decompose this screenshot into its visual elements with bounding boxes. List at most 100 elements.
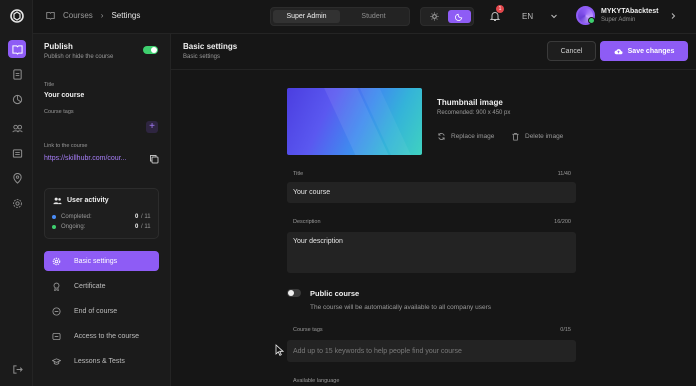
- publish-title: Publish: [44, 42, 73, 51]
- header-divider: [171, 69, 696, 70]
- nav-end-of-course[interactable]: End of course: [44, 301, 159, 321]
- ongoing-total: / 11: [141, 224, 151, 230]
- logo-icon[interactable]: [10, 9, 24, 23]
- course-tags-count: 0/15: [560, 327, 571, 333]
- theme-switcher: [420, 7, 474, 26]
- user-menu[interactable]: MYKYTAbacktest Super Admin: [576, 6, 658, 25]
- title-label: Title: [44, 82, 55, 88]
- rail-document-icon[interactable]: [8, 65, 26, 83]
- nav-end-of-course-label: End of course: [74, 307, 118, 315]
- user-role: Super Admin: [601, 17, 636, 23]
- completed-label: Completed:: [61, 214, 92, 220]
- title-field-label: Title: [293, 171, 304, 177]
- tags-label: Course tags: [44, 109, 74, 115]
- nav-lessons-tests[interactable]: Lessons & Tests: [44, 351, 159, 371]
- rail-location-icon[interactable]: [8, 169, 26, 187]
- tab-super-admin[interactable]: Super Admin: [273, 10, 340, 23]
- nav-access[interactable]: Access to the course: [44, 326, 159, 346]
- replace-image-label: Replace image: [451, 133, 495, 140]
- nav-access-label: Access to the course: [74, 332, 139, 340]
- public-course-subtitle: The course will be automatically availab…: [310, 304, 492, 311]
- gear-icon: [52, 257, 61, 265]
- thumbnail-recommendation: Recomended: 900 x 450 px: [437, 110, 511, 116]
- rail-news-icon[interactable]: [8, 144, 26, 162]
- rail-courses-icon[interactable]: [8, 40, 26, 58]
- rail-analytics-icon[interactable]: [8, 90, 26, 108]
- description-textarea[interactable]: Your description: [287, 232, 576, 273]
- publish-subtitle: Publish or hide the course: [44, 54, 114, 60]
- user-activity-card: User activity Completed: 0 / 11 Ongoing:…: [44, 188, 159, 239]
- ongoing-row: Ongoing: 0 / 11: [52, 224, 152, 230]
- breadcrumb-separator: ›: [100, 11, 104, 20]
- thumbnail-image[interactable]: [287, 88, 422, 155]
- courses-icon[interactable]: [46, 11, 55, 20]
- breadcrumb-courses[interactable]: Courses: [63, 11, 93, 20]
- completed-value: 0: [135, 214, 139, 220]
- breadcrumb-settings: Settings: [111, 11, 141, 20]
- link-label: Link to the course: [44, 143, 88, 149]
- completed-dot: [52, 215, 56, 219]
- title-char-count: 11/40: [557, 171, 571, 177]
- save-button[interactable]: Save changes: [600, 41, 688, 61]
- nav-lessons-tests-label: Lessons & Tests: [74, 357, 125, 365]
- end-icon: [52, 306, 61, 316]
- publish-toggle[interactable]: [143, 46, 158, 54]
- tab-student[interactable]: Student: [340, 10, 407, 23]
- moon-icon: [455, 13, 463, 21]
- nav-basic-settings-label: Basic settings: [74, 257, 118, 265]
- save-button-label: Save changes: [627, 47, 675, 55]
- notifications-button[interactable]: 1: [489, 5, 504, 22]
- role-switcher: Super Admin Student: [270, 7, 410, 26]
- page-title: Basic settings: [183, 42, 238, 51]
- cloud-upload-icon: [614, 48, 623, 54]
- public-course-toggle[interactable]: [287, 289, 301, 297]
- plus-icon: +: [149, 121, 155, 132]
- cancel-button[interactable]: Cancel: [547, 41, 596, 61]
- replace-image-button[interactable]: Replace image: [437, 132, 494, 141]
- user-activity-title: User activity: [67, 197, 109, 204]
- dark-theme-button[interactable]: [448, 10, 471, 23]
- completed-total: / 11: [141, 214, 151, 220]
- mouse-cursor-icon: [275, 344, 284, 356]
- chevron-right-icon[interactable]: [669, 12, 677, 20]
- notification-badge: 1: [496, 5, 504, 13]
- language-selector[interactable]: EN: [522, 12, 533, 21]
- light-theme-button[interactable]: [423, 10, 446, 23]
- description-char-count: 16/200: [554, 219, 571, 225]
- main-content: Basic settings Basic settings Cancel Sav…: [171, 34, 696, 386]
- course-tags-label: Course tags: [293, 327, 323, 333]
- copy-icon[interactable]: [149, 154, 159, 164]
- nav-basic-settings[interactable]: Basic settings: [44, 251, 159, 271]
- trash-icon: [512, 132, 519, 141]
- add-tag-button[interactable]: +: [146, 121, 158, 133]
- thumbnail-title: Thumbnail image: [437, 98, 503, 107]
- ongoing-dot: [52, 225, 56, 229]
- available-language-label: Available language: [293, 378, 340, 384]
- title-input[interactable]: Your course: [287, 182, 576, 203]
- sun-icon: [430, 12, 439, 21]
- nav-certificate[interactable]: Certificate: [44, 276, 159, 296]
- course-tags-input[interactable]: Add up to 15 keywords to help people fin…: [287, 340, 576, 362]
- breadcrumb: Courses › Settings: [46, 11, 140, 20]
- delete-image-label: Delete image: [525, 133, 564, 140]
- certificate-icon: [53, 282, 60, 291]
- chevron-down-icon[interactable]: [550, 12, 558, 20]
- public-course-title: Public course: [310, 289, 360, 298]
- ongoing-label: Ongoing:: [61, 224, 86, 230]
- rail-users-icon[interactable]: [8, 119, 26, 137]
- refresh-icon: [438, 133, 445, 140]
- course-sidebar: Publish Publish or hide the course Title…: [33, 34, 171, 386]
- icon-rail: [0, 0, 33, 386]
- access-icon: [52, 332, 61, 340]
- user-name: MYKYTAbacktest: [601, 8, 659, 15]
- rail-logout-icon[interactable]: [8, 360, 26, 378]
- page-subtitle: Basic settings: [183, 54, 221, 60]
- nav-certificate-label: Certificate: [74, 282, 106, 290]
- ongoing-value: 0: [135, 224, 139, 230]
- rail-settings-icon[interactable]: [8, 194, 26, 212]
- avatar[interactable]: [576, 6, 595, 25]
- completed-row: Completed: 0 / 11: [52, 214, 152, 220]
- course-link[interactable]: https://skillhubr.com/cour...: [44, 155, 126, 162]
- description-field-label: Description: [293, 219, 321, 225]
- delete-image-button[interactable]: Delete image: [511, 132, 563, 141]
